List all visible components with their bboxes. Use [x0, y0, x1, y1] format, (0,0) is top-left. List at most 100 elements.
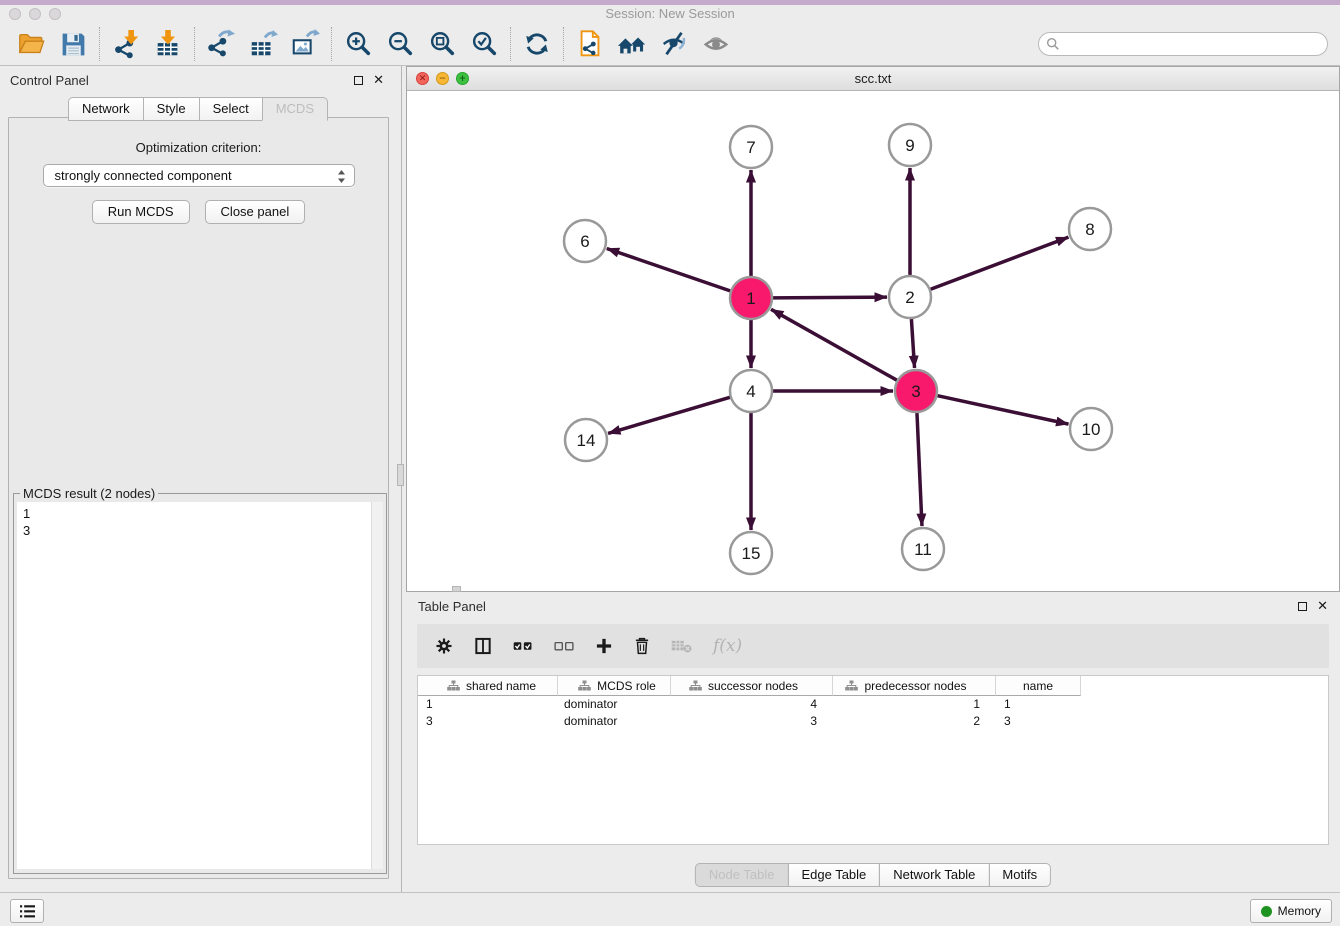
- tab-network[interactable]: Network: [68, 97, 144, 121]
- hide-selected-icon: [659, 29, 689, 59]
- import-network-icon: [111, 29, 141, 59]
- zoom-out-button[interactable]: [379, 26, 421, 62]
- result-scrollbar[interactable]: [371, 502, 383, 869]
- table-panel: Table Panel ✕: [406, 592, 1340, 892]
- import-table-button[interactable]: [147, 26, 189, 62]
- graph-node-15[interactable]: 15: [730, 532, 772, 574]
- split-divider-vertical[interactable]: [396, 66, 406, 892]
- zoom-selected-icon: [469, 29, 499, 59]
- zoom-fit-button[interactable]: [421, 26, 463, 62]
- export-network-button[interactable]: [200, 26, 242, 62]
- graph-node-4[interactable]: 4: [730, 370, 772, 412]
- show-column-button[interactable]: [473, 636, 493, 656]
- tab-mcds[interactable]: MCDS: [262, 97, 328, 121]
- graph-node-8[interactable]: 8: [1069, 208, 1111, 250]
- memory-button[interactable]: Memory: [1250, 899, 1332, 923]
- delete-column-button[interactable]: [633, 636, 651, 656]
- tab-select[interactable]: Select: [199, 97, 263, 121]
- zoom-in-button[interactable]: [337, 26, 379, 62]
- table-row[interactable]: 1 dominator 4 1 1: [418, 696, 1328, 713]
- tab-network-table[interactable]: Network Table: [879, 863, 989, 887]
- search-box: [1038, 32, 1328, 56]
- hide-selected-button[interactable]: [653, 26, 695, 62]
- close-panel-button[interactable]: Close panel: [205, 200, 306, 224]
- network-canvas[interactable]: 7 9 6 8 1 2 4 3 14 10 15 11: [407, 91, 1339, 591]
- float-table-panel-icon[interactable]: [1298, 602, 1307, 611]
- table-settings-button[interactable]: [434, 636, 454, 656]
- new-network-from-selection-button[interactable]: [569, 26, 611, 62]
- graph-node-14[interactable]: 14: [565, 419, 607, 461]
- cell-successor-nodes[interactable]: 4: [671, 696, 833, 713]
- graph-node-7[interactable]: 7: [730, 126, 772, 168]
- node-label: 6: [580, 232, 589, 251]
- cell-shared-name[interactable]: 1: [418, 696, 558, 713]
- graph-edge-4-14[interactable]: [608, 397, 730, 433]
- export-table-button[interactable]: [242, 26, 284, 62]
- save-session-button[interactable]: [52, 26, 94, 62]
- tab-node-table[interactable]: Node Table: [695, 863, 789, 887]
- graph-node-10[interactable]: 10: [1070, 408, 1112, 450]
- graph-edge-1-6[interactable]: [607, 248, 730, 290]
- cell-mcds-role[interactable]: dominator: [558, 696, 671, 713]
- cell-shared-name[interactable]: 3: [418, 713, 558, 730]
- refresh-button[interactable]: [516, 26, 558, 62]
- graph-node-9[interactable]: 9: [889, 124, 931, 166]
- hierarchy-icon: [578, 680, 591, 691]
- run-mcds-button[interactable]: Run MCDS: [92, 200, 190, 224]
- function-builder-button-disabled: f(x): [713, 636, 742, 656]
- tab-edge-table[interactable]: Edge Table: [787, 863, 880, 887]
- graph-edge-2-3[interactable]: [911, 319, 914, 368]
- control-panel-tabs: Network Style Select MCDS: [0, 97, 396, 121]
- column-header-shared-name[interactable]: shared name: [418, 676, 558, 696]
- graph-node-6[interactable]: 6: [564, 220, 606, 262]
- create-column-button[interactable]: [594, 636, 614, 656]
- trash-icon: [633, 636, 651, 656]
- table-row[interactable]: 3 dominator 3 2 3: [418, 713, 1328, 730]
- graph-node-1[interactable]: 1: [730, 277, 772, 319]
- first-neighbors-button[interactable]: [611, 26, 653, 62]
- graph-node-11[interactable]: 11: [902, 528, 944, 570]
- split-handle[interactable]: [397, 464, 404, 486]
- graph-edge-3-11[interactable]: [917, 413, 922, 526]
- node-label: 14: [577, 431, 596, 450]
- cell-successor-nodes[interactable]: 3: [671, 713, 833, 730]
- cell-name[interactable]: 3: [996, 713, 1081, 730]
- float-panel-icon[interactable]: [354, 76, 363, 85]
- deselect-all-rows-button[interactable]: [553, 637, 575, 655]
- cell-predecessor-nodes[interactable]: 2: [833, 713, 996, 730]
- maximize-network-button[interactable]: +: [456, 72, 469, 85]
- cell-predecessor-nodes[interactable]: 1: [833, 696, 996, 713]
- table-header: shared name MCDS role successor nodes: [418, 676, 1328, 696]
- tab-motifs[interactable]: Motifs: [988, 863, 1051, 887]
- minimize-network-button[interactable]: −: [436, 72, 449, 85]
- graph-edge-3-1[interactable]: [771, 309, 897, 380]
- toolbar-separator: [563, 27, 564, 61]
- open-file-button[interactable]: [10, 26, 52, 62]
- graph-node-3[interactable]: 3: [895, 370, 937, 412]
- cell-name[interactable]: 1: [996, 696, 1081, 713]
- graph-edge-3-10[interactable]: [937, 396, 1068, 424]
- criterion-select[interactable]: strongly connected component: [43, 164, 355, 187]
- select-all-rows-button[interactable]: [512, 637, 534, 655]
- graph-node-2[interactable]: 2: [889, 276, 931, 318]
- task-history-button[interactable]: [10, 899, 44, 923]
- zoom-fit-icon: [427, 29, 457, 59]
- column-header-name[interactable]: name: [996, 676, 1081, 696]
- search-input[interactable]: [1038, 32, 1328, 56]
- close-panel-icon[interactable]: ✕: [373, 76, 384, 85]
- graph-edge-1-2[interactable]: [773, 297, 887, 298]
- zoom-out-icon: [385, 29, 415, 59]
- import-network-button[interactable]: [105, 26, 147, 62]
- tab-style[interactable]: Style: [143, 97, 200, 121]
- graph-edge-2-8[interactable]: [931, 237, 1069, 289]
- column-header-successor-nodes[interactable]: successor nodes: [671, 676, 833, 696]
- main-toolbar: [0, 23, 1340, 66]
- close-network-button[interactable]: ✕: [416, 72, 429, 85]
- cell-mcds-role[interactable]: dominator: [558, 713, 671, 730]
- column-header-mcds-role[interactable]: MCDS role: [558, 676, 671, 696]
- zoom-selected-button[interactable]: [463, 26, 505, 62]
- export-image-button[interactable]: [284, 26, 326, 62]
- show-all-button[interactable]: [695, 26, 737, 62]
- column-header-predecessor-nodes[interactable]: predecessor nodes: [833, 676, 996, 696]
- close-table-panel-icon[interactable]: ✕: [1317, 602, 1328, 611]
